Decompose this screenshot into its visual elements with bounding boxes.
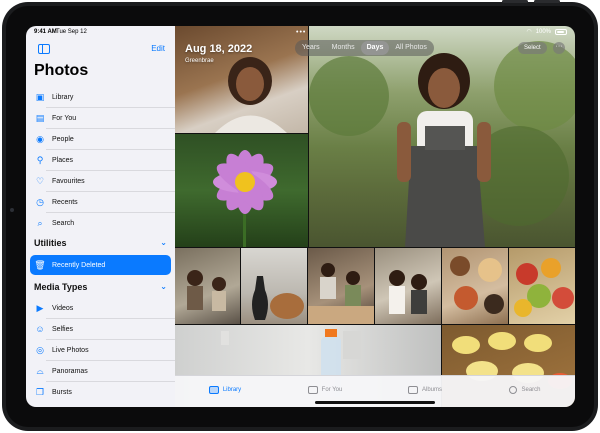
sidebar-item-selfies[interactable]: ☺ Selfies: [30, 319, 171, 339]
tab-label: For You: [321, 386, 343, 393]
photo-group-meal: [308, 263, 374, 324]
search-tab-icon: [509, 385, 518, 394]
power-button: [534, 0, 560, 3]
segment-all-photos[interactable]: All Photos: [389, 41, 433, 55]
sidebar-item-label: Favourites: [52, 177, 85, 185]
sidebar-item-for-you[interactable]: ▤ For You: [30, 108, 171, 128]
photo-fruit: [514, 258, 574, 317]
sidebar-item-label: Places: [52, 156, 74, 164]
sidebar-item-label: Videos: [52, 304, 74, 312]
photo-thumbnail[interactable]: [509, 248, 575, 324]
for-you-tab-icon: [307, 385, 318, 394]
bursts-icon: ❐: [35, 386, 45, 397]
sidebar-item-label: Search: [52, 219, 75, 227]
sidebar-item-label: Recents: [52, 198, 78, 206]
sidebar-item-label: For You: [52, 114, 77, 122]
more-options-button[interactable]: ···: [553, 42, 565, 54]
edit-button[interactable]: Edit: [151, 44, 165, 53]
sidebar-item-label: Library: [52, 93, 74, 101]
status-time: 9:41 AM: [34, 29, 57, 35]
for-you-icon: ▤: [35, 112, 45, 123]
sidebar-item-search[interactable]: ⌕ Search: [30, 213, 171, 233]
tab-label: Search: [521, 386, 541, 393]
sidebar: 9:41 AM Tue Sep 12 Edit Photos ▣ Library…: [26, 26, 175, 407]
sidebar-item-label: Panoramas: [52, 367, 88, 375]
home-indicator[interactable]: [315, 401, 435, 404]
sidebar-item-library[interactable]: ▣ Library: [30, 87, 171, 107]
video-icon: ▶: [36, 302, 44, 313]
photo-thumbnail-large[interactable]: [309, 26, 575, 247]
section-utilities[interactable]: Utilities ⌄: [34, 238, 167, 248]
sidebar-item-live-photos[interactable]: ◎ Live Photos: [30, 340, 171, 360]
section-title: Media Types: [34, 282, 88, 292]
photo-two-women: [389, 270, 427, 314]
tab-search[interactable]: Search: [475, 376, 575, 407]
battery-icon: [555, 28, 567, 35]
sidebar-item-recently-deleted[interactable]: 🗑 Recently Deleted: [30, 255, 171, 275]
tab-library[interactable]: Library: [175, 376, 275, 407]
photo-thumbnail[interactable]: [175, 134, 308, 247]
section-title: Utilities: [34, 238, 67, 248]
section-media-types[interactable]: Media Types ⌄: [34, 282, 167, 292]
selfie-icon: ☺: [35, 323, 45, 334]
status-indicators: ◠ 100%: [526, 28, 567, 35]
segment-years[interactable]: Years: [296, 41, 326, 55]
photo-thumbnail[interactable]: [375, 248, 441, 324]
sidebar-item-people[interactable]: ◉ People: [30, 129, 171, 149]
photo-kitchen-family: [187, 270, 226, 311]
sidebar-item-panoramas[interactable]: ⌓ Panoramas: [30, 361, 171, 381]
location-label: Greenbrae: [185, 58, 214, 64]
tab-label: Albums: [421, 386, 442, 393]
trash-icon: 🗑: [34, 259, 46, 270]
sidebar-item-videos[interactable]: ▶ Videos: [30, 298, 171, 318]
sidebar-item-favourites[interactable]: ♡ Favourites: [30, 171, 171, 191]
library-tab-icon: [208, 385, 219, 394]
volume-button: [502, 0, 528, 3]
search-icon: ⌕: [37, 217, 43, 228]
sidebar-item-recents[interactable]: ◷ Recents: [30, 192, 171, 212]
live-photo-icon: ◎: [36, 344, 44, 355]
recents-icon: ◷: [36, 196, 44, 207]
segment-months[interactable]: Months: [326, 41, 361, 55]
chevron-down-icon: ⌄: [160, 238, 167, 247]
sidebar-item-places[interactable]: ⚲ Places: [30, 150, 171, 170]
photo-thumbnail[interactable]: [308, 248, 374, 324]
sidebar-item-label: People: [52, 135, 74, 143]
photo-bread-bottle: [252, 276, 304, 320]
battery-percent: 100%: [535, 28, 551, 35]
photo-thumbnail[interactable]: [175, 248, 240, 324]
photo-snack-bowls: [450, 256, 504, 314]
photo-pink-flower: [213, 150, 277, 247]
photo-grid: ••• ◠ 100% Aug 18, 2022 Greenbrae Years …: [175, 26, 575, 407]
multitasking-dots-icon[interactable]: •••: [296, 29, 306, 36]
screen: 9:41 AM Tue Sep 12 Edit Photos ▣ Library…: [26, 26, 575, 407]
heart-icon: ♡: [35, 175, 45, 186]
camera-dot: [10, 208, 14, 212]
sidebar-item-bursts[interactable]: ❐ Bursts: [30, 382, 171, 402]
wifi-icon: ◠: [526, 29, 532, 35]
chevron-down-icon: ⌄: [160, 282, 167, 291]
sidebar-item-label: Recently Deleted: [52, 261, 106, 269]
sidebar-title: Photos: [34, 62, 89, 79]
places-icon: ⚲: [36, 154, 44, 165]
sidebar-toggle-icon[interactable]: [38, 44, 50, 54]
select-button[interactable]: Select: [518, 42, 547, 54]
tab-label: Library: [222, 386, 242, 393]
status-date: Tue Sep 12: [56, 29, 87, 35]
tab-bar: Library For You Albums Search: [175, 375, 575, 407]
photo-thumbnail[interactable]: [442, 248, 508, 324]
library-icon: ▣: [35, 91, 45, 102]
albums-tab-icon: [407, 385, 418, 394]
segment-days[interactable]: Days: [360, 41, 390, 55]
sidebar-item-label: Bursts: [52, 388, 72, 396]
panorama-icon: ⌓: [36, 365, 44, 376]
day-title: Aug 18, 2022: [185, 43, 253, 55]
people-icon: ◉: [36, 133, 44, 144]
view-segmented-control: Years Months Days All Photos: [295, 40, 434, 56]
photo-thumbnail[interactable]: [241, 248, 307, 324]
sidebar-item-label: Live Photos: [52, 346, 89, 354]
photo-woman-overalls: [309, 41, 575, 247]
sidebar-item-label: Selfies: [52, 325, 74, 333]
